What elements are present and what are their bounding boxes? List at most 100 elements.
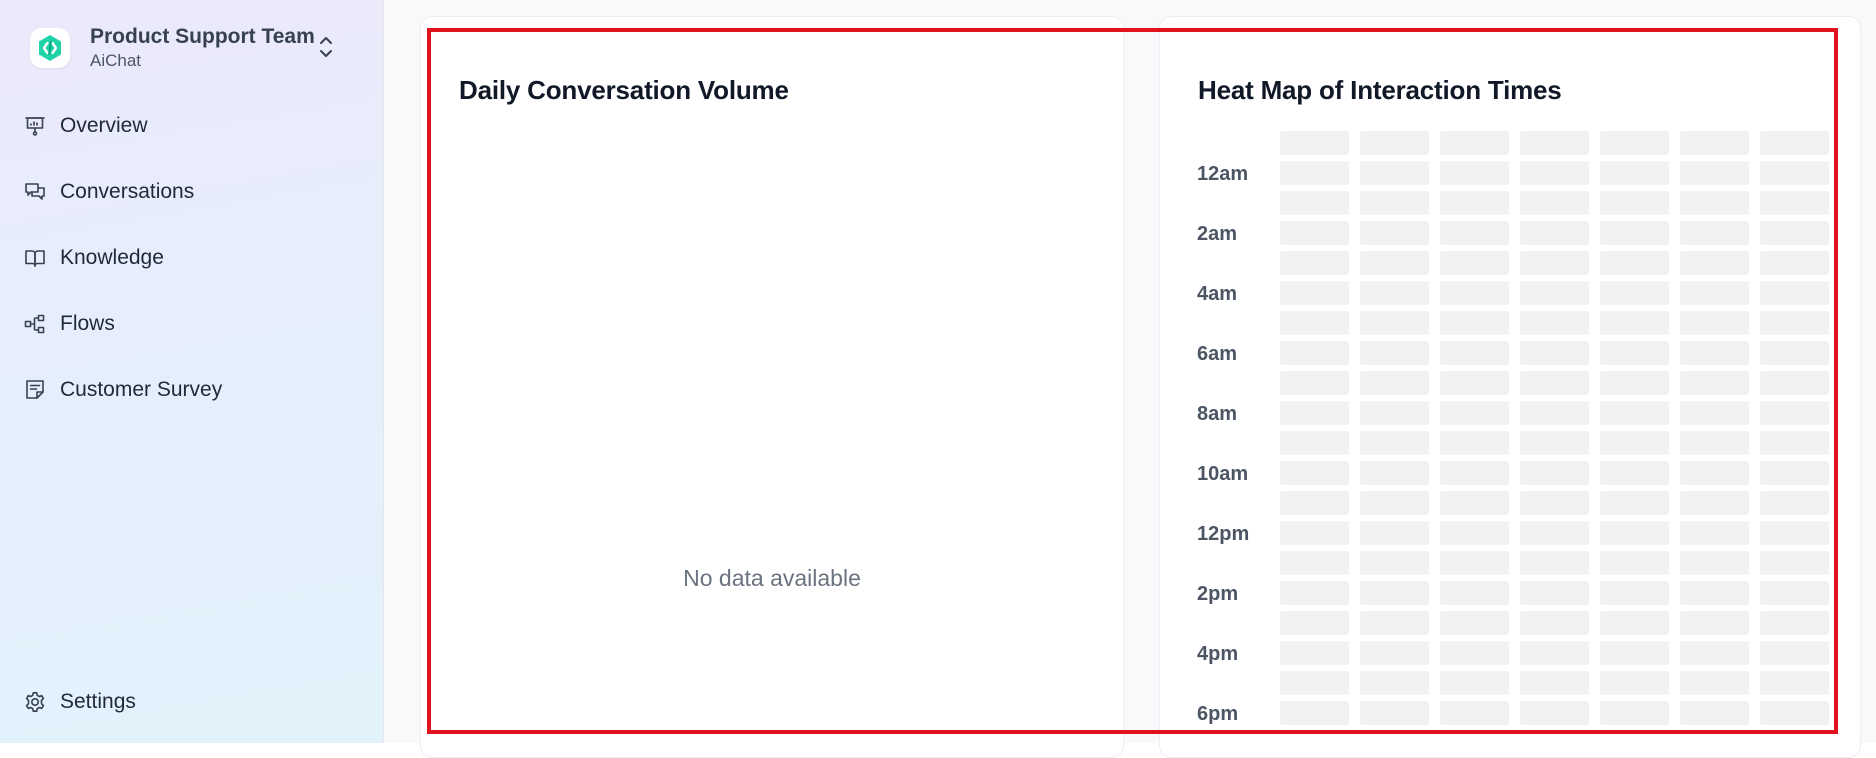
heatmap-cell <box>1600 641 1669 665</box>
heatmap-cell <box>1680 461 1749 485</box>
heatmap-cell <box>1520 311 1589 335</box>
heatmap-cell <box>1680 431 1749 455</box>
main-content: Daily Conversation Volume No data availa… <box>384 0 1876 758</box>
heatmap-cell <box>1760 641 1829 665</box>
heatmap-cell <box>1280 431 1349 455</box>
heatmap-cell <box>1600 191 1669 215</box>
heatmap-cell <box>1600 431 1669 455</box>
heatmap-cell <box>1760 371 1829 395</box>
heatmap-cell <box>1680 491 1749 515</box>
heatmap-cell <box>1520 491 1589 515</box>
heatmap-cell <box>1280 161 1349 185</box>
chevron-up-down-icon[interactable] <box>316 32 336 62</box>
heatmap-cell <box>1440 401 1509 425</box>
heatmap-cell <box>1520 671 1589 695</box>
heatmap-cell <box>1520 581 1589 605</box>
heatmap-cell <box>1360 521 1429 545</box>
heatmap-cell <box>1520 551 1589 575</box>
heatmap-cell <box>1680 161 1749 185</box>
survey-icon <box>24 379 46 401</box>
heatmap-cell <box>1280 221 1349 245</box>
heatmap-cell <box>1600 131 1669 155</box>
heatmap-cell <box>1760 431 1829 455</box>
sidebar-item-flows[interactable]: Flows <box>24 302 354 346</box>
heatmap-cell <box>1680 551 1749 575</box>
presentation-icon <box>24 115 46 137</box>
heatmap-cell <box>1680 341 1749 365</box>
heatmap-cell <box>1680 311 1749 335</box>
heatmap-cell <box>1440 131 1509 155</box>
heatmap-cell <box>1680 671 1749 695</box>
heatmap-cell <box>1520 461 1589 485</box>
heatmap-cell <box>1600 221 1669 245</box>
heatmap-cell <box>1280 521 1349 545</box>
sidebar-item-settings[interactable]: Settings <box>24 680 354 724</box>
heatmap-cell <box>1440 431 1509 455</box>
heatmap-cell <box>1760 311 1829 335</box>
sidebar: Product Support Team AiChat Overview Con… <box>0 0 384 743</box>
heatmap-cell <box>1680 581 1749 605</box>
chat-bubbles-icon <box>24 181 46 203</box>
heatmap-cell <box>1680 191 1749 215</box>
heatmap-cell <box>1520 251 1589 275</box>
heatmap-cell <box>1360 341 1429 365</box>
heatmap-cell <box>1520 281 1589 305</box>
heatmap-cell <box>1360 281 1429 305</box>
book-open-icon <box>24 247 46 269</box>
heatmap-cell <box>1520 191 1589 215</box>
heatmap-cell <box>1280 491 1349 515</box>
sidebar-item-conversations[interactable]: Conversations <box>24 170 354 214</box>
heatmap-cell <box>1600 701 1669 725</box>
heatmap-cell <box>1520 431 1589 455</box>
sidebar-item-label: Customer Survey <box>60 378 223 401</box>
aichat-logo-icon <box>30 28 70 68</box>
heatmap-cell <box>1440 581 1509 605</box>
heatmap-cell <box>1600 311 1669 335</box>
heatmap-row-label: 2pm <box>1197 582 1239 605</box>
heatmap-cell <box>1280 581 1349 605</box>
team-name: Product Support Team <box>90 25 315 48</box>
heatmap-cell <box>1680 521 1749 545</box>
heatmap-cell <box>1760 581 1829 605</box>
heatmap-cell <box>1360 191 1429 215</box>
sidebar-item-customer-survey[interactable]: Customer Survey <box>24 368 354 412</box>
heatmap-cell <box>1680 401 1749 425</box>
sidebar-item-overview[interactable]: Overview <box>24 104 354 148</box>
heatmap-cell <box>1360 431 1429 455</box>
heatmap-cell <box>1600 371 1669 395</box>
heatmap-cell <box>1600 281 1669 305</box>
heatmap-cell <box>1760 191 1829 215</box>
sidebar-item-knowledge[interactable]: Knowledge <box>24 236 354 280</box>
heatmap-cell <box>1360 161 1429 185</box>
sidebar-item-label: Flows <box>60 312 115 335</box>
heatmap-cell <box>1440 281 1509 305</box>
heatmap-cell <box>1440 701 1509 725</box>
card-title: Heat Map of Interaction Times <box>1198 75 1562 105</box>
heatmap-cell <box>1520 341 1589 365</box>
heatmap-cell <box>1760 491 1829 515</box>
heatmap-cell <box>1440 161 1509 185</box>
heatmap-cell <box>1440 491 1509 515</box>
heatmap-cell <box>1760 611 1829 635</box>
heatmap-cell <box>1760 701 1829 725</box>
heatmap-cell <box>1760 671 1829 695</box>
heatmap-cell <box>1280 251 1349 275</box>
heatmap-cell <box>1360 371 1429 395</box>
heatmap-cell <box>1680 221 1749 245</box>
heatmap-cell <box>1760 251 1829 275</box>
team-switcher[interactable]: Product Support Team AiChat <box>30 18 350 78</box>
heatmap-cell <box>1600 161 1669 185</box>
heatmap-row-label: 4pm <box>1197 642 1239 665</box>
heatmap-cell <box>1680 701 1749 725</box>
heatmap-cell <box>1280 401 1349 425</box>
daily-conversation-volume-card: Daily Conversation Volume No data availa… <box>420 16 1124 758</box>
heatmap-row-label: 4am <box>1197 282 1238 305</box>
sidebar-item-label: Knowledge <box>60 246 164 269</box>
heatmap-cell <box>1600 581 1669 605</box>
heatmap-cell <box>1600 671 1669 695</box>
heatmap-cell <box>1280 311 1349 335</box>
sidebar-nav: Overview Conversations Knowledge Flows C… <box>24 104 354 434</box>
heatmap-cell <box>1760 461 1829 485</box>
heatmap-row-label: 12pm <box>1197 522 1250 545</box>
heatmap-cell <box>1760 341 1829 365</box>
